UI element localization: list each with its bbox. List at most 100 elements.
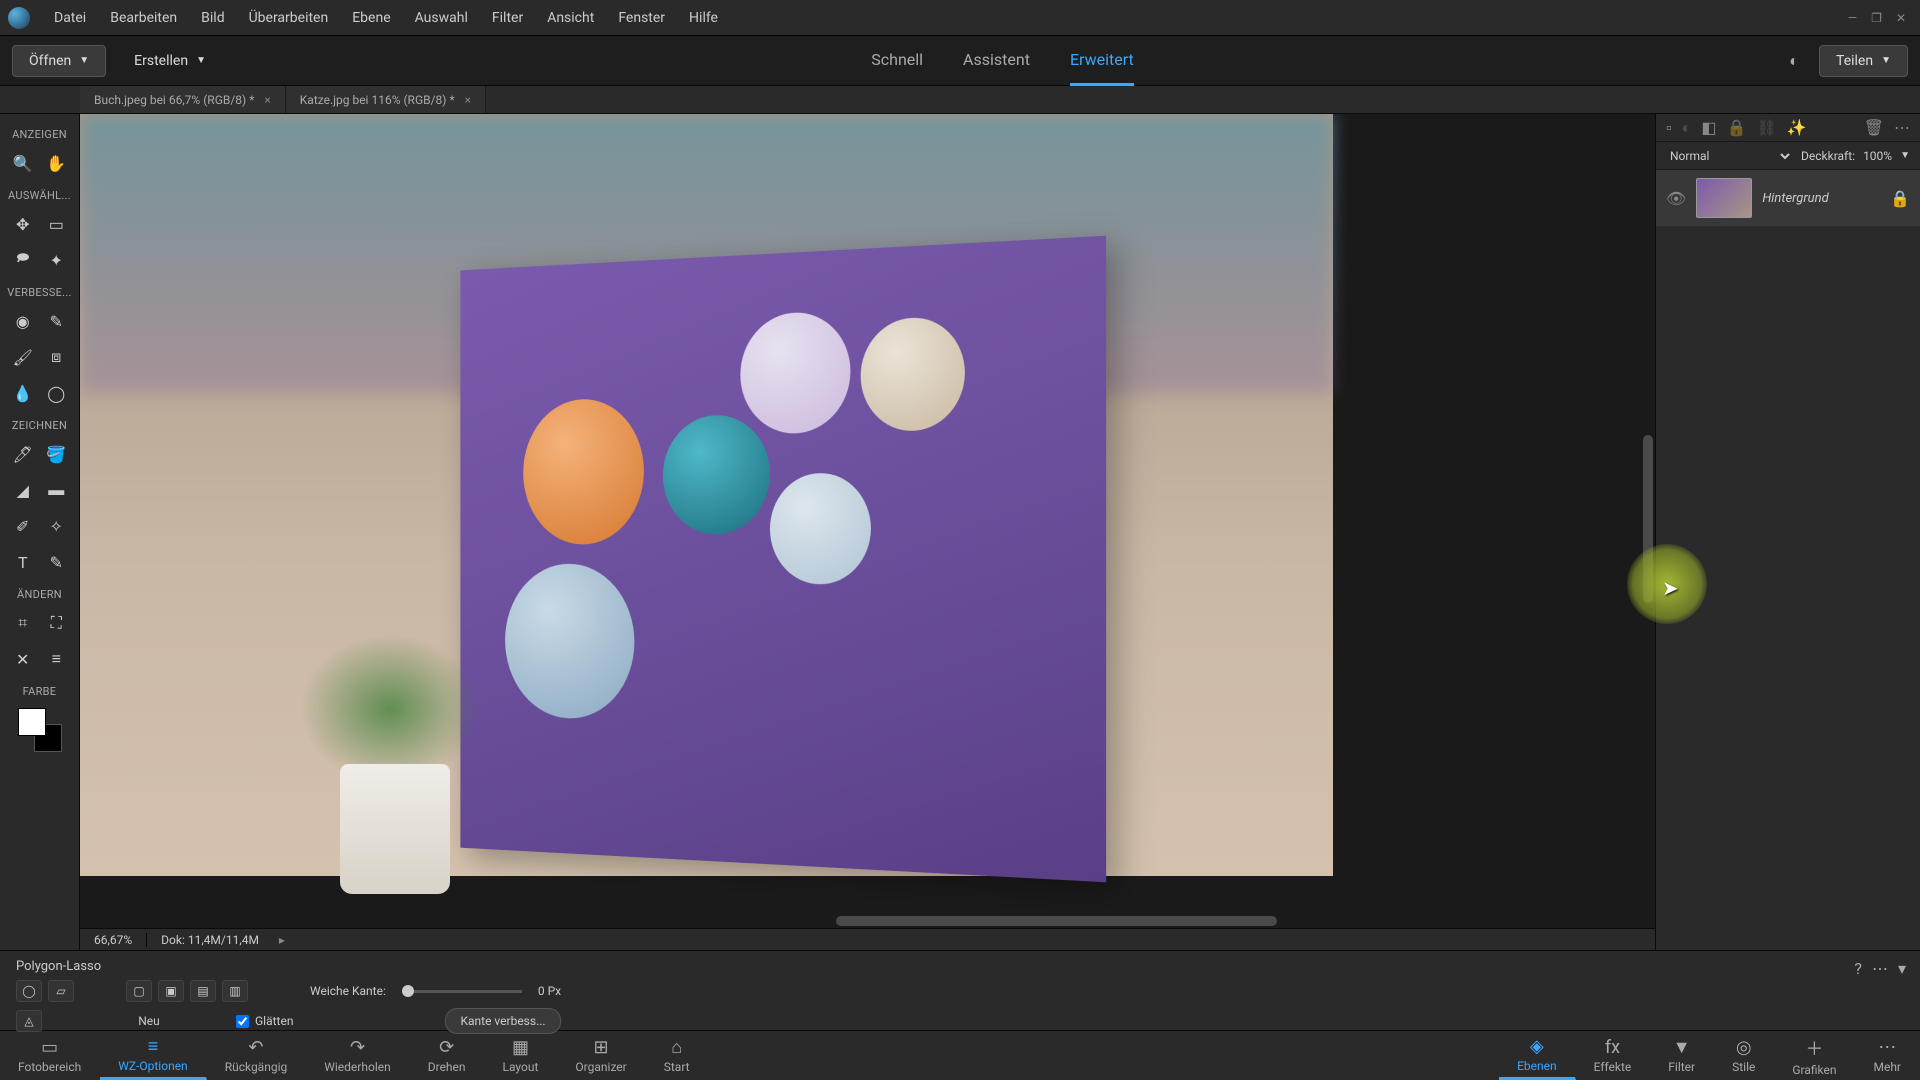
zoom-tool-icon[interactable]: 🔍 — [8, 149, 38, 177]
lock-icon[interactable]: 🔒 — [1890, 189, 1910, 208]
share-button[interactable]: Teilen ▼ — [1819, 45, 1908, 77]
section-verbesse: VERBESSE... — [0, 278, 79, 303]
trash-icon[interactable]: 🗑 — [1864, 118, 1884, 137]
bb-wz-optionen[interactable]: ≡ WZ-Optionen — [100, 1031, 206, 1080]
layer-row[interactable]: 👁 Hintergrund 🔒 — [1656, 170, 1920, 226]
bb-stile[interactable]: ◎ Stile — [1714, 1031, 1774, 1080]
menu-datei[interactable]: Datei — [42, 10, 98, 26]
clone-stamp-tool-icon[interactable]: ⧈ — [41, 343, 71, 371]
chevron-down-icon[interactable]: ▼ — [1900, 150, 1910, 161]
window-maximize-icon[interactable]: ❐ — [1871, 11, 1882, 25]
lasso-tool-icon[interactable] — [8, 246, 38, 274]
panel-menu-icon[interactable]: ⋯ — [1894, 118, 1910, 137]
lock-icon[interactable]: 🔒 — [1726, 118, 1746, 137]
selection-subtract-icon[interactable]: ▤ — [190, 980, 216, 1002]
menu-ueberarbeiten[interactable]: Überarbeiten — [237, 10, 341, 26]
selection-intersect-icon[interactable]: ▥ — [222, 980, 248, 1002]
adjustment-layer-icon[interactable]: ◐ — [1682, 118, 1692, 138]
polygon-lasso-variant-icon[interactable]: ▱ — [48, 980, 74, 1002]
brush-tool-icon[interactable]: 🖊 — [8, 440, 38, 468]
bb-rueckgaengig[interactable]: ↶ Rückgängig — [207, 1031, 307, 1080]
selection-new-icon[interactable]: ▢ — [126, 980, 152, 1002]
fx-icon[interactable]: ✨ — [1787, 118, 1807, 137]
create-button[interactable]: Erstellen ▼ — [118, 46, 222, 76]
spot-heal-tool-icon[interactable]: ✎ — [41, 307, 71, 335]
type-tool-icon[interactable]: T — [8, 548, 38, 576]
gradient-tool-icon[interactable]: ▬ — [41, 476, 71, 504]
bb-organizer[interactable]: ⊞ Organizer — [557, 1031, 645, 1080]
bb-layout[interactable]: ▦ Layout — [485, 1031, 558, 1080]
bb-filter[interactable]: ▼ Filter — [1650, 1031, 1714, 1080]
bb-fotobereich[interactable]: ▭ Fotobereich — [0, 1031, 100, 1080]
bb-grafiken[interactable]: ＋ Grafiken — [1774, 1031, 1855, 1080]
eyedropper-tool-icon[interactable]: ✐ — [8, 512, 38, 540]
doc-size-readout: Dok: 11,4M/11,4M — [147, 933, 273, 947]
file-tab-buch[interactable]: Buch.jpeg bei 66,7% (RGB/8) * × — [80, 86, 286, 113]
pencil-tool-icon[interactable]: ✎ — [41, 548, 71, 576]
theme-toggle-icon[interactable]: ◐ — [1783, 50, 1805, 72]
blend-mode-select[interactable]: Normal — [1666, 148, 1793, 164]
visibility-icon[interactable]: 👁 — [1666, 189, 1686, 208]
shape-tool-icon[interactable]: ✧ — [41, 512, 71, 540]
tab-quick[interactable]: Schnell — [871, 36, 923, 86]
bb-ebenen[interactable]: ◈ Ebenen — [1499, 1031, 1576, 1080]
refine-edge-button[interactable]: Kante verbess... — [445, 1008, 560, 1034]
menu-hilfe[interactable]: Hilfe — [677, 10, 730, 26]
menu-bild[interactable]: Bild — [189, 10, 236, 26]
color-swatch[interactable] — [18, 708, 62, 752]
straighten-tool-icon[interactable]: ≡ — [41, 645, 71, 673]
crop-tool-icon[interactable]: ⌗ — [8, 609, 38, 637]
more-options-icon[interactable]: ⋯ — [1872, 959, 1888, 978]
foreground-color-swatch[interactable] — [18, 708, 46, 736]
tab-guided[interactable]: Assistent — [963, 36, 1030, 86]
bb-effekte[interactable]: fx Effekte — [1576, 1031, 1651, 1080]
selection-add-icon[interactable]: ▣ — [158, 980, 184, 1002]
open-button[interactable]: Öffnen ▼ — [12, 45, 106, 77]
window-minimize-icon[interactable]: — — [1848, 11, 1857, 25]
lasso-variant-icon[interactable]: ◯ — [16, 980, 42, 1002]
mask-icon[interactable]: ◧ — [1701, 118, 1716, 137]
paint-bucket-tool-icon[interactable]: 🪣 — [41, 440, 71, 468]
bb-mehr[interactable]: ⋯ Mehr — [1855, 1031, 1920, 1080]
blur-tool-icon[interactable]: 💧 — [8, 379, 38, 407]
smart-brush-tool-icon[interactable]: 🖌 — [8, 343, 38, 371]
menu-ebene[interactable]: Ebene — [340, 10, 402, 26]
close-icon[interactable]: × — [264, 93, 270, 107]
collapse-icon[interactable]: ▾ — [1898, 959, 1906, 978]
bb-start[interactable]: ⌂ Start — [646, 1031, 709, 1080]
move-tool-icon[interactable]: ✥ — [8, 210, 38, 238]
tab-expert[interactable]: Erweitert — [1070, 36, 1134, 86]
marquee-tool-icon[interactable]: ▭ — [41, 210, 71, 238]
new-layer-icon[interactable]: ▫ — [1666, 118, 1672, 138]
menu-fenster[interactable]: Fenster — [606, 10, 677, 26]
undo-icon: ↶ — [248, 1037, 263, 1058]
vertical-scrollbar[interactable] — [1641, 114, 1655, 878]
file-tab-katze[interactable]: Katze.jpg bei 116% (RGB/8) * × — [286, 86, 486, 113]
content-aware-tool-icon[interactable]: ✕ — [8, 645, 38, 673]
rotate-icon: ⟳ — [439, 1037, 454, 1058]
antialias-checkbox[interactable]: Glätten — [236, 1014, 293, 1028]
window-close-icon[interactable]: ✕ — [1896, 11, 1906, 25]
hand-tool-icon[interactable]: ✋ — [41, 149, 71, 177]
bb-wiederholen[interactable]: ↷ Wiederholen — [306, 1031, 410, 1080]
canvas-viewport[interactable] — [80, 114, 1655, 914]
horizontal-scrollbar[interactable] — [80, 914, 1655, 928]
opacity-value[interactable]: 100% — [1863, 149, 1892, 163]
feather-slider[interactable] — [402, 990, 522, 993]
link-icon[interactable]: ⛓ — [1756, 118, 1776, 137]
menu-auswahl[interactable]: Auswahl — [403, 10, 480, 26]
close-icon[interactable]: × — [465, 93, 471, 107]
antialias-checkbox-input[interactable] — [236, 1015, 249, 1028]
sponge-tool-icon[interactable]: ◯ — [41, 379, 71, 407]
magnetic-lasso-variant-icon[interactable]: ◬ — [16, 1010, 42, 1032]
eraser-tool-icon[interactable]: ◢ — [8, 476, 38, 504]
redeye-tool-icon[interactable]: ◉ — [8, 307, 38, 335]
bb-drehen[interactable]: ⟳ Drehen — [410, 1031, 485, 1080]
menu-bearbeiten[interactable]: Bearbeiten — [98, 10, 189, 26]
help-icon[interactable]: ? — [1854, 959, 1862, 978]
menu-filter[interactable]: Filter — [480, 10, 535, 26]
recompose-tool-icon[interactable]: ⛶ — [41, 609, 71, 637]
chevron-right-icon[interactable]: ▸ — [273, 933, 291, 947]
magic-wand-tool-icon[interactable]: ✦ — [41, 246, 71, 274]
menu-ansicht[interactable]: Ansicht — [535, 10, 606, 26]
